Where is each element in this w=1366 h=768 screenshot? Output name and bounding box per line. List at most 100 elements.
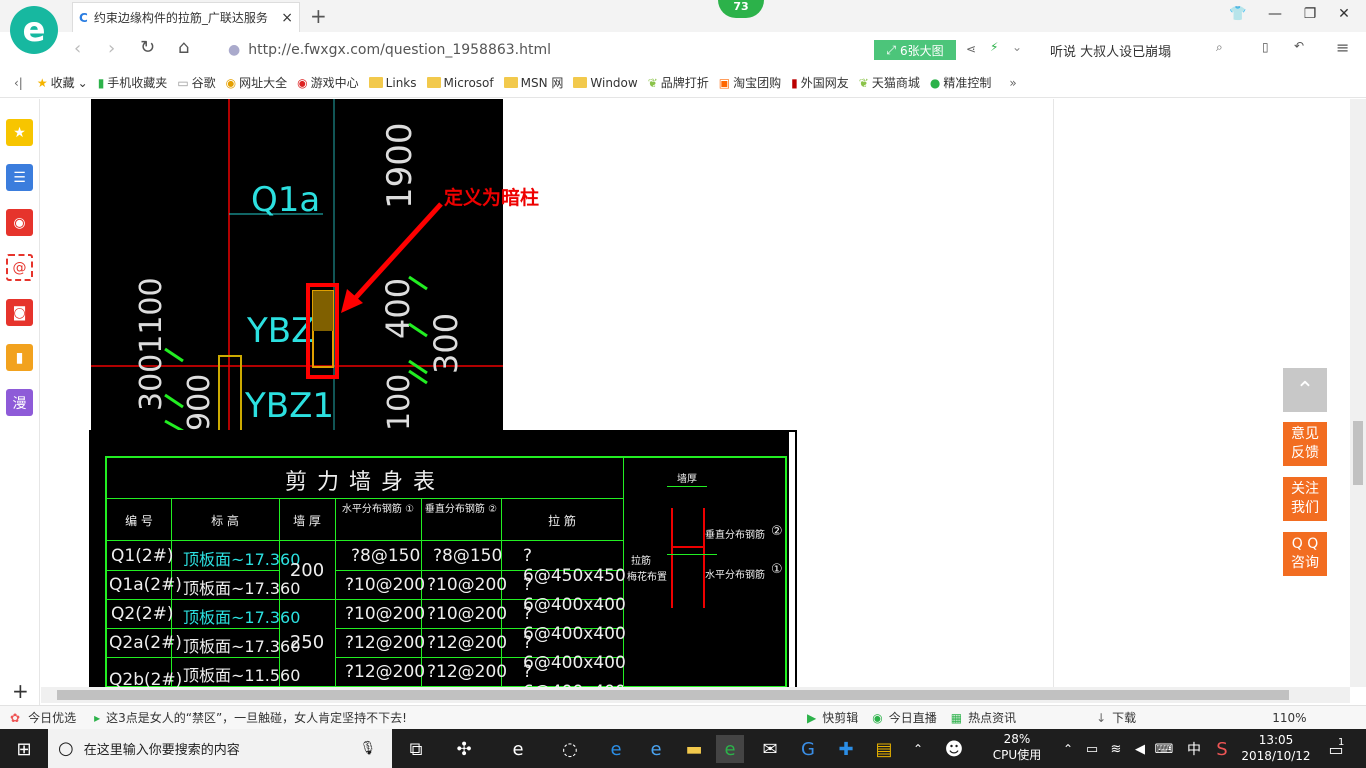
forward-icon[interactable]: › — [108, 38, 115, 59]
bookmarks-bar: ‹| ★ 收藏 ⌄ ▮ 手机收藏夹 ▭ 谷歌 ◉ 网址大全 ◉ 游戏中心 Links Mic… — [0, 68, 1366, 98]
star-icon[interactable]: ★ — [6, 119, 33, 146]
table-row: Q2b(2#) 顶板面~11.560 ?12@200 ?12@200 ?6@40… — [109, 662, 623, 687]
label-3001100: 3001100 — [134, 277, 169, 411]
counter-badge[interactable]: 73 — [718, 0, 764, 18]
bookmark-games[interactable]: ◉ 游戏中心 — [297, 74, 359, 91]
cpu-meter[interactable]: 28% CPU使用 — [990, 731, 1044, 763]
big-image-button[interactable]: ⤢ 6张大图 — [874, 40, 956, 60]
ime-indicator[interactable]: 中 — [1180, 735, 1208, 763]
chevron-down-icon[interactable]: ⌄ — [1012, 40, 1022, 54]
notification-icon[interactable]: ▭ — [1322, 735, 1350, 763]
header-id: 编 号 — [125, 514, 153, 528]
horizontal-scroll-thumb[interactable] — [57, 690, 1289, 700]
bookmark-precise[interactable]: ● 精准控制 — [930, 74, 992, 91]
expand-icon: ⤢ — [886, 42, 896, 57]
vertical-scroll-thumb[interactable] — [1353, 421, 1363, 485]
menu-icon[interactable]: ≡ — [1336, 38, 1349, 57]
annotation-text: 定义为暗柱 — [444, 187, 540, 209]
new-tab-button[interactable]: + — [310, 4, 327, 28]
back-icon[interactable]: ‹ — [74, 38, 81, 59]
bookmark-google[interactable]: ▭ 谷歌 — [177, 74, 215, 91]
comic-icon[interactable]: 漫 — [6, 389, 33, 416]
bookmark-tmall[interactable]: ❦ 天猫商城 — [859, 74, 920, 91]
game-icon[interactable]: ◙ — [6, 299, 33, 326]
today-live[interactable]: 今日直播 — [889, 709, 937, 726]
header-thick: 墙 厚 — [293, 514, 321, 528]
downloads[interactable]: 下载 — [1112, 709, 1136, 726]
swirl-app-icon[interactable]: ◌ — [556, 735, 584, 763]
vertical-scrollbar[interactable] — [1350, 99, 1366, 687]
bookmark-sites[interactable]: ◉ 网址大全 — [226, 74, 288, 91]
zoom-level[interactable]: 110% — [1272, 711, 1306, 725]
task-view-icon[interactable]: ⧉ — [402, 735, 430, 763]
skin-icon[interactable]: 👕 — [1228, 6, 1248, 26]
restore-icon[interactable]: ❐ — [1300, 6, 1320, 26]
mobile-icon[interactable]: ▯ — [1262, 40, 1269, 54]
sogou-icon[interactable]: S — [1208, 735, 1236, 763]
browser-active-icon[interactable]: e — [716, 735, 744, 763]
bookmark-links[interactable]: Links — [368, 76, 417, 90]
chat-icon: ● — [929, 75, 941, 90]
mail-icon[interactable]: @ — [6, 254, 33, 281]
search-icon[interactable]: ⌕ — [1216, 40, 1223, 55]
bookmark-foreign[interactable]: ▮ 外国网友 — [791, 74, 849, 91]
bookmark-windows[interactable]: Window — [573, 76, 638, 90]
bookmark-favorites[interactable]: ★ 收藏 ⌄ — [37, 74, 88, 91]
news-ticker[interactable]: 听说 大叔人设已崩塌 — [1050, 41, 1171, 60]
add-icon[interactable]: + — [12, 679, 29, 703]
bookmark-msn[interactable]: MSN 网 — [503, 74, 563, 91]
collapse-icon[interactable]: ‹| — [14, 76, 23, 90]
taskbar-search[interactable]: ○ 在这里输入你要搜索的内容 🎙 — [48, 729, 392, 768]
mail-app-icon[interactable]: ✉ — [756, 735, 784, 763]
undo-icon[interactable]: ↶ — [1294, 39, 1304, 53]
plus-app-icon[interactable]: ✚ — [832, 735, 860, 763]
weibo-icon[interactable]: ◉ — [6, 209, 33, 236]
keyboard-icon[interactable]: ⌨ — [1150, 735, 1178, 763]
back-to-top-button[interactable]: ⌃ — [1283, 368, 1327, 412]
bookmark-microsoft[interactable]: Microsof — [426, 76, 494, 90]
ie-app-icon[interactable]: e — [504, 735, 532, 763]
big-image-label: 6张大图 — [899, 43, 944, 58]
bookmark-brand[interactable]: ❦ 品牌打折 — [648, 74, 709, 91]
hot-news[interactable]: 热点资讯 — [968, 709, 1016, 726]
news-icon[interactable]: ☰ — [6, 164, 33, 191]
browser-tab[interactable]: C 约束边缘构件的拉筋_广联达服务 × — [72, 2, 300, 32]
globe-icon: ● — [228, 42, 241, 58]
bookmark-taobao[interactable]: ▣ 淘宝团购 — [719, 74, 781, 91]
quick-clip[interactable]: 快剪辑 — [822, 709, 858, 726]
more-bookmarks-icon[interactable]: » — [1009, 76, 1016, 90]
bookmark-mobile[interactable]: ▮ 手机收藏夹 — [98, 74, 168, 91]
minimize-icon[interactable]: — — [1265, 6, 1285, 26]
internet-explorer-icon[interactable]: e — [642, 735, 670, 763]
gift-icon: ✿ — [10, 710, 21, 725]
header-vert: 垂直分布钢筋 ② — [424, 504, 498, 515]
close-window-icon[interactable]: ✕ — [1334, 6, 1354, 26]
close-tab-icon[interactable]: × — [281, 10, 293, 26]
home-icon[interactable]: ⌂ — [178, 37, 189, 58]
windows-start-icon[interactable]: ⊞ — [10, 735, 38, 763]
url-field[interactable]: ● http://e.fwxgx.com/question_1958863.ht… — [220, 36, 964, 64]
header-elev: 标 高 — [211, 514, 239, 528]
headline-link[interactable]: 这3点是女人的“禁区”，一旦触碰，女人肯定坚持不下去! — [106, 709, 407, 726]
clock[interactable]: 13:05 2018/10/12 — [1238, 732, 1314, 764]
feedback-button[interactable]: 意见反馈 — [1283, 422, 1327, 466]
today-picks[interactable]: 今日优选 — [28, 709, 76, 726]
table-row: Q2(2#) 顶板面~17.360 ?10@200 ?10@200 ?6@400… — [111, 604, 626, 644]
browser-logo-icon[interactable]: e — [10, 6, 58, 54]
notes-app-icon[interactable]: ▤ — [870, 735, 898, 763]
follow-button[interactable]: 关注我们 — [1283, 477, 1327, 521]
lightning-icon[interactable]: ⚡ — [990, 40, 998, 54]
book-icon[interactable]: ▮ — [6, 344, 33, 371]
overflow-icon[interactable]: ⌃ — [904, 735, 932, 763]
edge-icon[interactable]: e — [602, 735, 630, 763]
fan-app-icon[interactable]: ✣ — [450, 735, 478, 763]
file-explorer-icon[interactable]: ▬ — [680, 735, 708, 763]
people-icon[interactable]: ☻ — [940, 735, 968, 763]
refresh-icon[interactable]: ↻ — [140, 37, 155, 58]
qq-consult-button[interactable]: Q Q咨询 — [1283, 532, 1327, 576]
microphone-icon[interactable]: 🎙 — [359, 741, 376, 756]
share-icon[interactable]: ⋖ — [966, 42, 976, 56]
g-app-icon[interactable]: G — [794, 735, 822, 763]
horizontal-scrollbar[interactable] — [41, 687, 1350, 703]
arrow-up-icon: ⌃ — [1295, 377, 1315, 403]
